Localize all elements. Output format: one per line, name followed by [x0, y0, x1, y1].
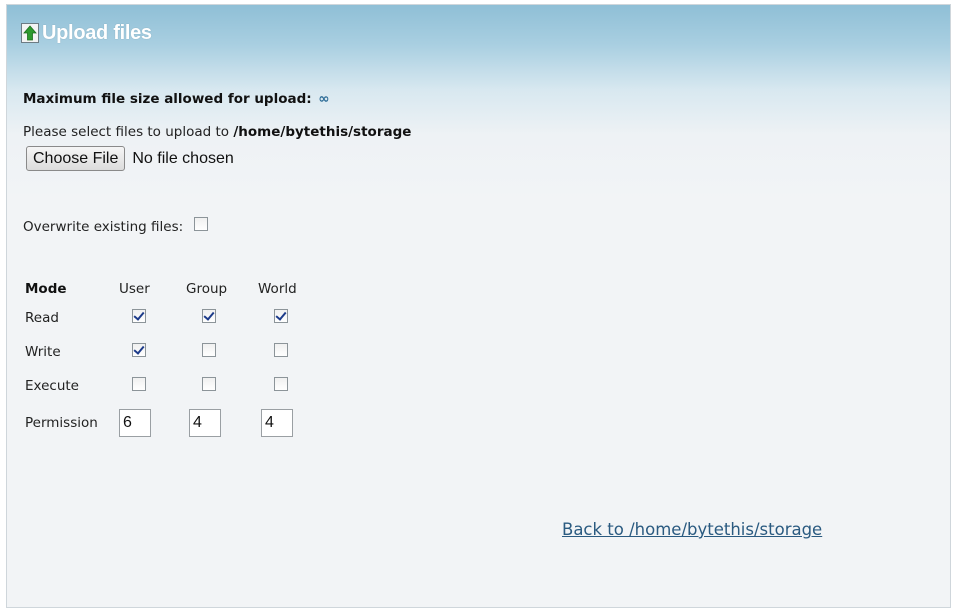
upload-arrow-icon — [21, 23, 39, 43]
execute-user-checkbox[interactable] — [132, 377, 146, 391]
permission-label: Permission — [25, 415, 98, 431]
back-to-storage-link[interactable]: Back to /home/bytethis/storage — [562, 520, 822, 539]
execute-world-checkbox[interactable] — [274, 377, 288, 391]
group-permission-input[interactable] — [189, 409, 221, 437]
world-header: World — [258, 281, 297, 297]
upload-target-prefix: Please select files to upload to — [23, 124, 230, 140]
file-status: No file chosen — [132, 149, 234, 167]
upload-panel: Upload files Maximum file size allowed f… — [6, 4, 951, 608]
permission-row-execute: Execute — [25, 369, 330, 403]
write-world-checkbox[interactable] — [274, 343, 288, 357]
overwrite-label: Overwrite existing files: — [23, 219, 184, 235]
upload-target-line: Please select files to upload to /home/b… — [23, 124, 411, 140]
upload-target-path: /home/bytethis/storage — [233, 124, 412, 140]
max-file-size: Maximum file size allowed for upload: ∞ — [23, 91, 330, 107]
max-file-size-label: Maximum file size allowed for upload: — [23, 91, 312, 107]
write-user-checkbox[interactable] — [132, 343, 146, 357]
world-permission-input[interactable] — [261, 409, 293, 437]
row-label-write: Write — [25, 344, 61, 360]
group-header: Group — [186, 281, 228, 297]
overwrite-option: Overwrite existing files: — [23, 217, 209, 235]
file-picker: Choose File No file chosen — [26, 146, 234, 171]
read-group-checkbox[interactable] — [202, 309, 216, 323]
permission-row-write: Write — [25, 335, 330, 369]
max-file-size-value: ∞ — [318, 91, 330, 107]
panel-header: Upload files — [21, 22, 152, 44]
permissions-header-row: Mode User Group World — [25, 277, 330, 301]
write-group-checkbox[interactable] — [202, 343, 216, 357]
row-label-execute: Execute — [25, 378, 79, 394]
read-world-checkbox[interactable] — [274, 309, 288, 323]
execute-group-checkbox[interactable] — [202, 377, 216, 391]
user-header: User — [119, 281, 150, 297]
mode-header: Mode — [25, 281, 67, 297]
user-permission-input[interactable] — [119, 409, 151, 437]
permission-value-row: Permission — [25, 403, 330, 443]
row-label-read: Read — [25, 310, 59, 326]
overwrite-checkbox[interactable] — [194, 217, 209, 231]
read-user-checkbox[interactable] — [132, 309, 146, 323]
permission-row-read: Read — [25, 301, 330, 335]
choose-file-button[interactable]: Choose File — [26, 146, 126, 171]
permissions-table: Mode User Group World Read Write Execute… — [25, 277, 330, 443]
page-title: Upload files — [42, 21, 152, 44]
